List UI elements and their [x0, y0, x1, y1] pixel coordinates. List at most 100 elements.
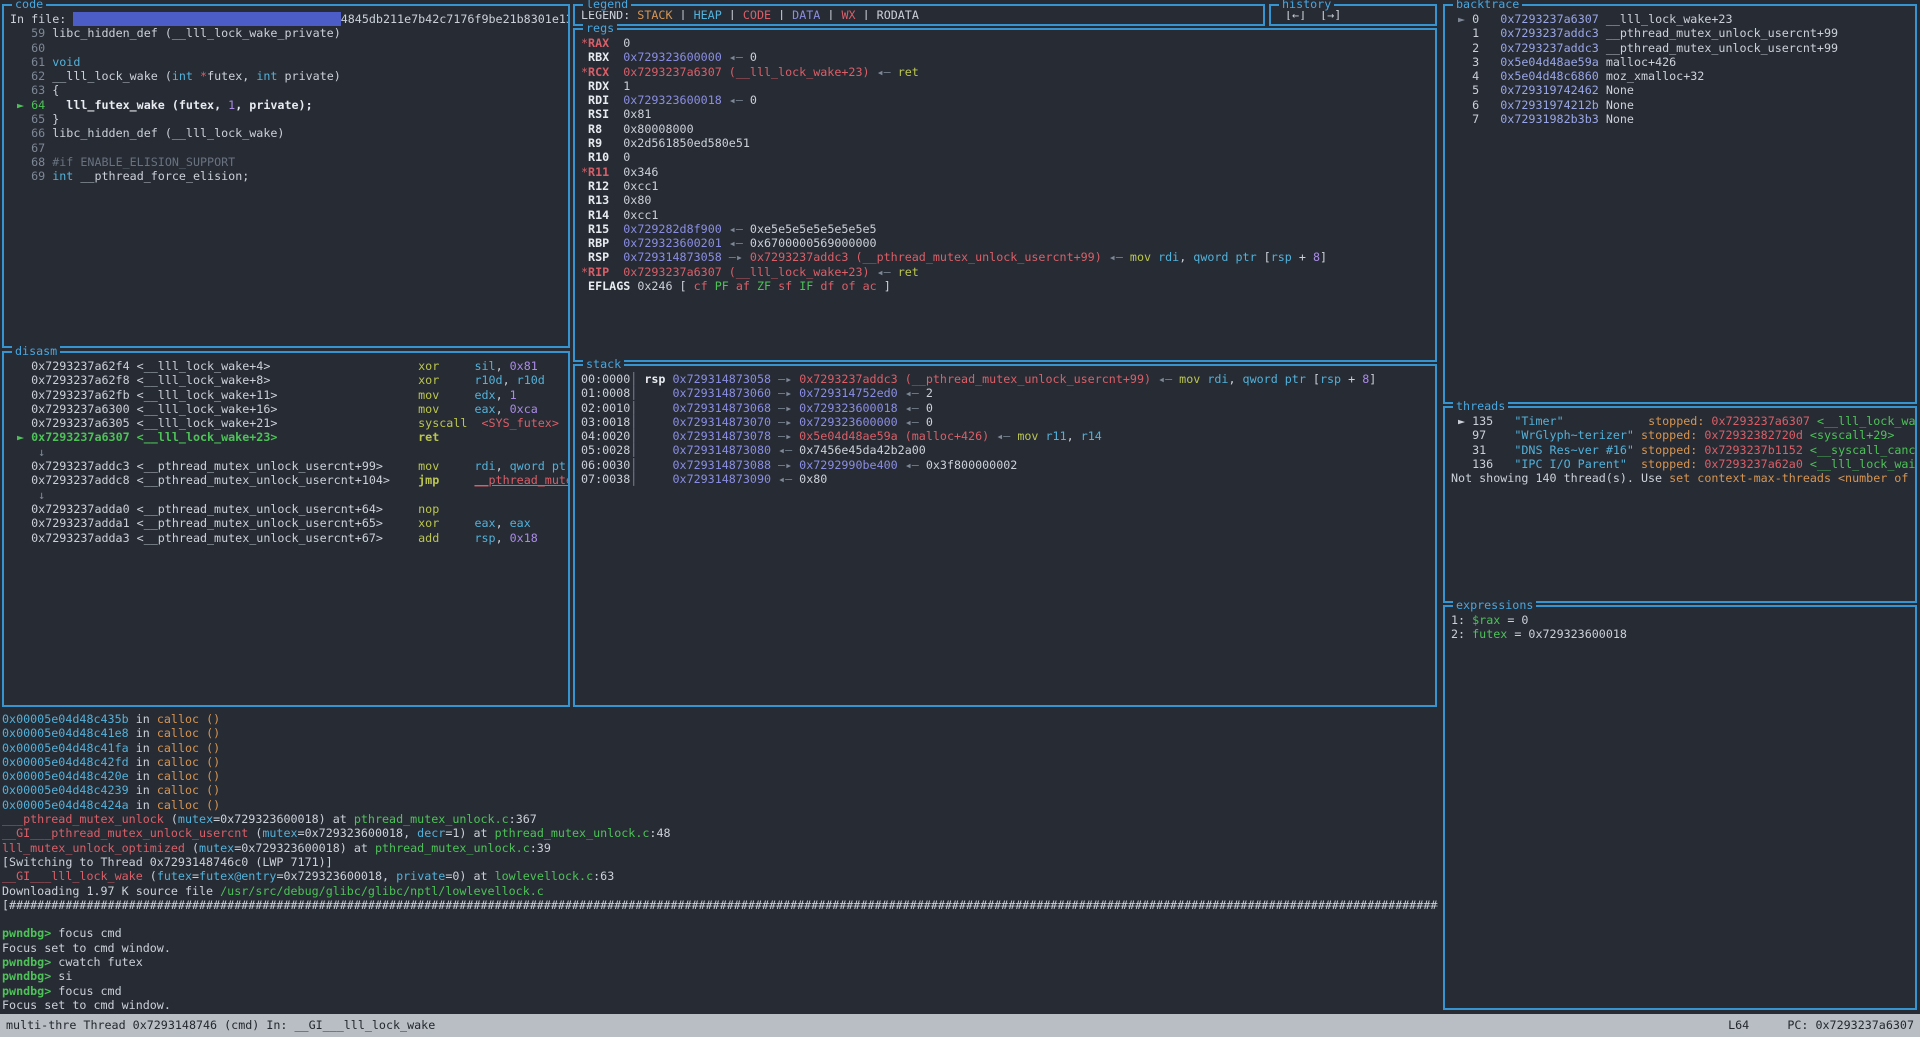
- expressions-panel: expressions 1: $rax = 02: futex = 0x7293…: [1443, 605, 1917, 1010]
- text-line: 2 0x7293237addc3 __pthread_mutex_unlock_…: [1451, 41, 1911, 55]
- text-line: 97 "WrGlyph~terizer" stopped: 0x72932382…: [1451, 428, 1911, 442]
- disasm-panel: disasm 0x7293237a62f4 <__lll_lock_wake+4…: [2, 351, 570, 707]
- code-panel-title: code: [12, 0, 46, 11]
- text-line: 7 0x72931982b3b3 None: [1451, 112, 1911, 126]
- text-line: *R11 0x346: [581, 165, 1431, 179]
- text-line: Not showing 140 thread(s). Use set conte…: [1451, 471, 1911, 485]
- text-line: ► 135 "Timer" stopped: 0x7293237a6307 <_…: [1451, 414, 1911, 428]
- backtrace-panel: backtrace ► 0 0x7293237a6307 __lll_lock_…: [1443, 4, 1917, 404]
- text-line: 0x00005e04d48c435b in calloc (): [2, 712, 1438, 726]
- code-panel: code In file: 4845db211e7b42c7176f9be21b…: [2, 4, 570, 348]
- stack-listing: 00:0000│ rsp 0x729314873058 —▸ 0x7293237…: [575, 366, 1435, 705]
- text-line: R12 0xcc1: [581, 179, 1431, 193]
- text-line: ___pthread_mutex_unlock (mutex=0x7293236…: [2, 812, 1438, 826]
- text-line: *RAX 0: [581, 36, 1431, 50]
- text-line: 0x7293237a62f4 <__lll_lock_wake+4> xor s…: [10, 359, 564, 373]
- text-line: 0x00005e04d48c41fa in calloc (): [2, 741, 1438, 755]
- text-line: Downloading 1.97 K source file /usr/src/…: [2, 884, 1438, 898]
- text-line: RSP 0x729314873058 —▸ 0x7293237addc3 (__…: [581, 250, 1431, 264]
- terminal-lines: 0x00005e04d48c435b in calloc () 0x00005e0…: [2, 712, 1438, 1014]
- text-line: Focus set to cmd window.: [2, 941, 1438, 955]
- threads-panel-title: threads: [1453, 400, 1508, 413]
- text-line: RSI 0x81: [581, 107, 1431, 121]
- text-line: pwndbg> si: [2, 969, 1438, 983]
- text-line: 4 0x5e04d48c6860 moz_xmalloc+32: [1451, 69, 1911, 83]
- backtrace-listing: ► 0 0x7293237a6307 __lll_lock_wake+23 1 …: [1445, 6, 1915, 402]
- status-bar: multi-thre Thread 0x7293148746 (cmd) In:…: [0, 1014, 1920, 1037]
- text-line: 63 {: [10, 83, 564, 97]
- text-line: R10 0: [581, 150, 1431, 164]
- text-line: 01:0008│ 0x729314873060 —▸ 0x729314752ed…: [581, 386, 1431, 400]
- legend-panel-title: legend: [583, 0, 631, 11]
- stack-panel: stack 00:0000│ rsp 0x729314873058 —▸ 0x7…: [573, 364, 1437, 707]
- text-line: 0x7293237addc3 <__pthread_mutex_unlock_u…: [10, 459, 564, 473]
- text-line: 0x7293237a62fb <__lll_lock_wake+11> mov …: [10, 388, 564, 402]
- text-line: 6 0x72931974212b None: [1451, 98, 1911, 112]
- text-line: [2, 912, 1438, 926]
- text-line: 65 }: [10, 112, 564, 126]
- command-output-terminal[interactable]: 0x00005e04d48c435b in calloc () 0x00005e0…: [2, 712, 1438, 1014]
- text-line: R14 0xcc1: [581, 208, 1431, 222]
- text-line: 0x7293237adda3 <__pthread_mutex_unlock_u…: [10, 531, 564, 545]
- text-line: 68 #if ENABLE_ELISION_SUPPORT: [10, 155, 564, 169]
- text-line: LEGEND: STACK | HEAP | CODE | DATA | WX …: [581, 8, 1259, 20]
- text-line: 62 __lll_lock_wake (int *futex, int priv…: [10, 69, 564, 83]
- text-line: __GI___lll_lock_wake (futex=futex@entry=…: [2, 869, 1438, 883]
- text-line: 0x7293237a62f8 <__lll_lock_wake+8> xor r…: [10, 373, 564, 387]
- memory-legend: LEGEND: STACK | HEAP | CODE | DATA | WX …: [575, 6, 1263, 20]
- text-line: 136 "IPC I/O Parent" stopped: 0x7293237a…: [1451, 457, 1911, 471]
- text-line: RBP 0x729323600201 ◂— 0x6700000569000000: [581, 236, 1431, 250]
- text-line: Focus set to cmd window.: [2, 998, 1438, 1012]
- text-line: In file: 4845db211e7b42c7176f9be21b8301e…: [10, 12, 564, 26]
- text-line: EFLAGS 0x246 [ cf PF af ZF sf IF df of a…: [581, 279, 1431, 293]
- text-line: 69 int __pthread_force_elision;: [10, 169, 564, 183]
- backtrace-panel-title: backtrace: [1453, 0, 1522, 11]
- expressions-panel-title: expressions: [1453, 599, 1536, 612]
- text-line: ► 0x7293237a6307 <__lll_lock_wake+23> re…: [10, 430, 564, 444]
- text-line: *RCX 0x7293237a6307 (__lll_lock_wake+23)…: [581, 65, 1431, 79]
- threads-listing: ► 135 "Timer" stopped: 0x7293237a6307 <_…: [1445, 408, 1915, 601]
- text-line: 02:0010│ 0x729314873068 —▸ 0x72932360001…: [581, 401, 1431, 415]
- text-line: *RIP 0x7293237a6307 (__lll_lock_wake+23)…: [581, 265, 1431, 279]
- text-line: lll_mutex_unlock_optimized (mutex=0x7293…: [2, 841, 1438, 855]
- history-panel-title: history: [1279, 0, 1334, 11]
- status-bar-right: L64 PC: 0x7293237a6307: [1728, 1018, 1914, 1032]
- text-line: 0x7293237a6300 <__lll_lock_wake+16> mov …: [10, 402, 564, 416]
- text-line: [Switching to Thread 0x7293148746c0 (LWP…: [2, 855, 1438, 869]
- text-line: 1 0x7293237addc3 __pthread_mutex_unlock_…: [1451, 26, 1911, 40]
- status-line-number: L64: [1728, 1018, 1749, 1032]
- text-line: 0x7293237a6305 <__lll_lock_wake+21> sysc…: [10, 416, 564, 430]
- threads-panel: threads ► 135 "Timer" stopped: 0x7293237…: [1443, 406, 1917, 603]
- text-line: 04:0020│ 0x729314873078 —▸ 0x5e04d48ae59…: [581, 429, 1431, 443]
- text-line: ► 0 0x7293237a6307 __lll_lock_wake+23: [1451, 12, 1911, 26]
- text-line: 0x7293237adda0 <__pthread_mutex_unlock_u…: [10, 502, 564, 516]
- stack-panel-title: stack: [583, 358, 624, 371]
- text-line: 59 libc_hidden_def (__lll_lock_wake_priv…: [10, 26, 564, 40]
- text-line: 0x00005e04d48c420e in calloc (): [2, 769, 1438, 783]
- text-line: 0x7293237addc8 <__pthread_mutex_unlock_u…: [10, 473, 564, 487]
- text-line: pwndbg> focus cmd: [2, 984, 1438, 998]
- text-line: 61 void: [10, 55, 564, 69]
- text-line: 66 libc_hidden_def (__lll_lock_wake): [10, 126, 564, 140]
- text-line: 2: futex = 0x729323600018: [1451, 627, 1911, 641]
- history-panel: history [←][→]: [1269, 4, 1437, 26]
- text-line: 00:0000│ rsp 0x729314873058 —▸ 0x7293237…: [581, 372, 1431, 386]
- registers-panel-title: regs: [583, 22, 617, 35]
- status-pc-value: PC: 0x7293237a6307: [1787, 1018, 1914, 1032]
- text-line: 60: [10, 41, 564, 55]
- text-line: pwndbg> focus cmd: [2, 926, 1438, 940]
- text-line: 07:0038│ 0x729314873090 ◂— 0x80: [581, 472, 1431, 486]
- text-line: RBX 0x729323600000 ◂— 0: [581, 50, 1431, 64]
- disasm-panel-title: disasm: [12, 345, 60, 358]
- registers-listing: *RAX 0 RBX 0x729323600000 ◂— 0*RCX 0x729…: [575, 30, 1435, 360]
- text-line: 0x00005e04d48c424a in calloc (): [2, 798, 1438, 812]
- text-line: ↓: [10, 488, 564, 502]
- text-line: 03:0018│ 0x729314873070 —▸ 0x72932360000…: [581, 415, 1431, 429]
- text-line: [#######################################…: [2, 898, 1438, 912]
- text-line: R13 0x80: [581, 193, 1431, 207]
- text-line: 06:0030│ 0x729314873088 —▸ 0x7292990be40…: [581, 458, 1431, 472]
- text-line: ↓: [10, 445, 564, 459]
- text-line: pwndbg> cwatch futex: [2, 955, 1438, 969]
- text-line: R9 0x2d561850ed580e51: [581, 136, 1431, 150]
- text-line: R8 0x80008000: [581, 122, 1431, 136]
